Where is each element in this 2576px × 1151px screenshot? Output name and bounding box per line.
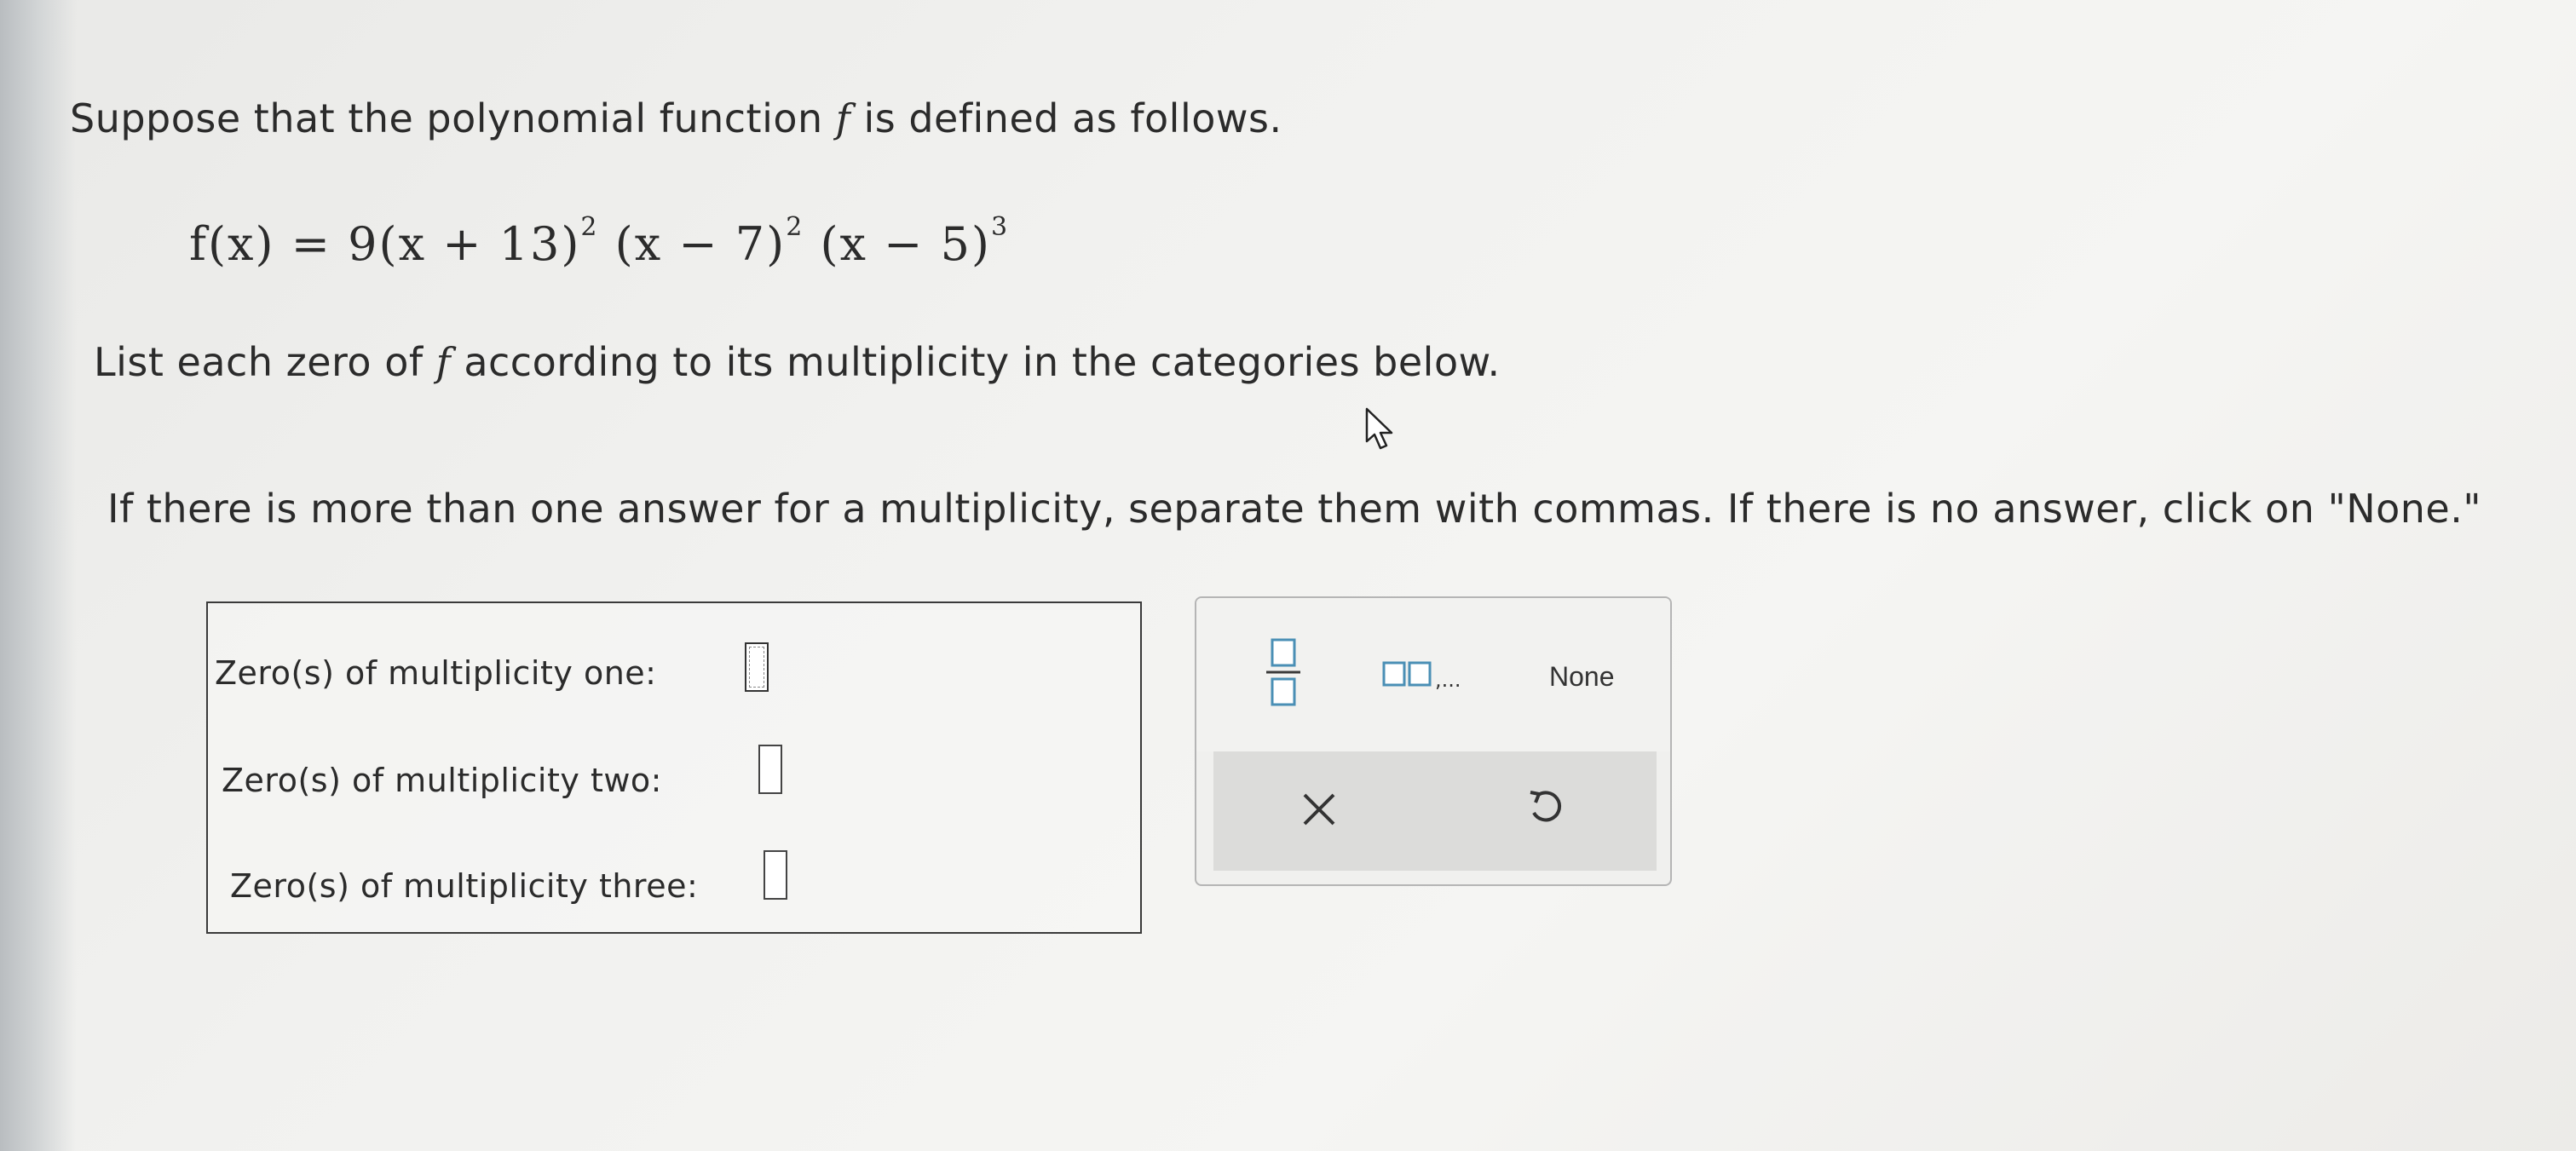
multiplicity-three-label: Zero(s) of multiplicity three: [230, 867, 699, 905]
left-edge-shadow [0, 0, 77, 1151]
keypad-bottom-row [1213, 751, 1657, 871]
question-prompt: Suppose that the polynomial function f i… [70, 95, 1282, 141]
list-suffix: ,... [1435, 668, 1461, 692]
mouse-pointer-icon [1363, 407, 1397, 455]
multiplicity-one-input[interactable] [745, 642, 769, 692]
separator-note: If there is more than one answer for a m… [107, 486, 2482, 532]
undo-icon[interactable] [1525, 787, 1566, 832]
instruction-text: List each zero of f according to its mul… [94, 339, 1501, 385]
fraction-template-icon[interactable] [1265, 637, 1302, 711]
answer-panel: Zero(s) of multiplicity one: Zero(s) of … [206, 601, 1142, 934]
multiplicity-two-label: Zero(s) of multiplicity two: [222, 762, 662, 799]
none-button[interactable]: None [1549, 661, 1615, 693]
multiplicity-three-input[interactable] [764, 850, 787, 900]
list-template-icon[interactable]: ,... [1382, 659, 1461, 697]
multiplicity-two-input[interactable] [758, 745, 782, 794]
multiplicity-one-label: Zero(s) of multiplicity one: [215, 654, 657, 692]
polynomial-formula: f(x) = 9(x + 13)2 (x − 7)2 (x − 5)3 [189, 212, 1010, 271]
math-keypad: ,... None [1195, 596, 1672, 886]
x-icon[interactable] [1300, 791, 1338, 832]
